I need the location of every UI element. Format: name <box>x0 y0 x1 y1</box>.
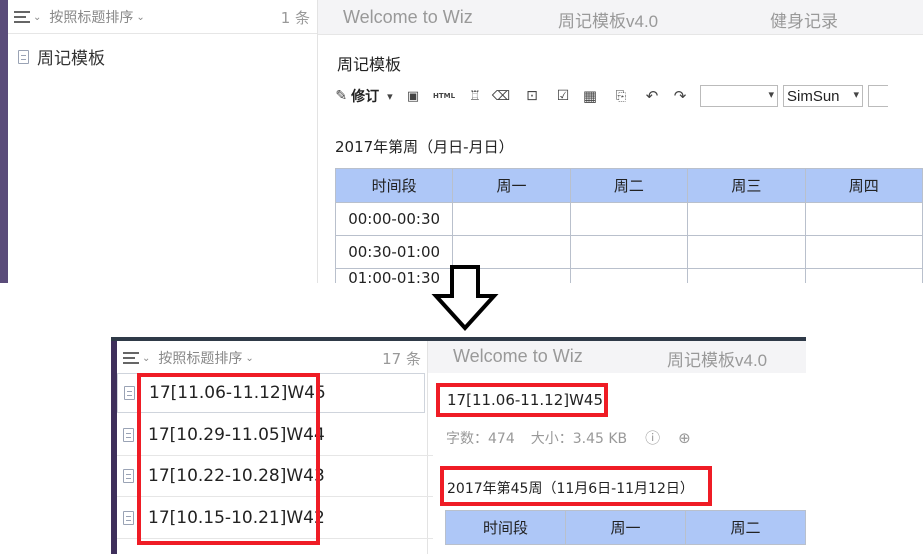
insert-image-icon[interactable]: ⊡ <box>514 88 550 104</box>
note-list-panel: ⌄ 按照标题排序 ⌄ 17 条 17[11.06-11.12]W45 17[10… <box>117 341 433 554</box>
format-painter-icon[interactable]: ♖ <box>462 89 488 104</box>
chevron-down-icon: ▾ <box>768 88 774 101</box>
table-header: 时间段 <box>445 510 566 545</box>
document-icon <box>123 511 134 525</box>
highlight-box <box>137 373 320 545</box>
save-icon[interactable]: ▣ <box>400 89 426 104</box>
info-icon[interactable]: ⓘ <box>645 427 660 448</box>
note-title: 周记模板 <box>37 49 105 69</box>
table-cell[interactable] <box>687 268 806 283</box>
chevron-down-icon[interactable]: ⌄ <box>142 353 150 364</box>
document-icon <box>124 386 135 400</box>
redo-icon[interactable]: ↷ <box>666 87 694 105</box>
tab-welcome[interactable]: Welcome to Wiz <box>453 346 583 367</box>
revise-button[interactable]: ✎ 修订 ▾ <box>328 86 400 106</box>
table-header: 周二 <box>569 168 689 203</box>
style-select[interactable]: ▾ <box>700 85 778 107</box>
bottom-screenshot: ⌄ 按照标题排序 ⌄ 17 条 17[11.06-11.12]W45 17[10… <box>111 337 806 554</box>
note-list-panel: ⌄ 按照标题排序 ⌄ 1 条 周记模板 <box>8 0 318 283</box>
table-cell[interactable]: 00:00-00:30 <box>334 202 454 236</box>
undo-icon[interactable]: ↶ <box>638 87 666 105</box>
doc-title[interactable]: 17[11.06-11.12]W45 <box>447 391 603 409</box>
table-cell[interactable] <box>687 202 806 236</box>
document-icon <box>123 428 134 442</box>
chevron-down-icon: ▾ <box>853 88 859 101</box>
editor-toolbar: ✎ 修订 ▾ ▣ HTML ♖ ⌫ ⊡ ☑ ▦ ⎘ ↶ ↷ ▾ SimSun ▾ <box>328 83 923 109</box>
table-cell[interactable] <box>569 268 689 283</box>
chevron-down-icon[interactable]: ⌄ <box>33 12 41 23</box>
table-cell[interactable] <box>804 268 923 283</box>
add-icon[interactable]: ⊕ <box>678 429 691 447</box>
word-count: 字数：474 <box>446 430 515 447</box>
tab-fitness-log[interactable]: 健身记录 <box>770 7 838 32</box>
attachment-icon[interactable]: ⎘ <box>604 89 638 104</box>
week-heading: 2017年第周（月日-月日） <box>335 138 514 156</box>
sort-label[interactable]: 按照标题排序 <box>158 348 242 368</box>
checkbox-icon[interactable]: ☑ <box>550 88 576 104</box>
table-cell[interactable] <box>569 235 689 269</box>
sort-icon[interactable] <box>123 352 139 364</box>
html-icon[interactable]: HTML <box>426 92 462 100</box>
note-count: 17 条 <box>382 349 421 368</box>
table-cell[interactable] <box>804 202 923 236</box>
sort-bar: ⌄ 按照标题排序 ⌄ 1 条 <box>14 6 314 28</box>
tab-weekly-template[interactable]: 周记模板v4.0 <box>558 7 658 32</box>
table-cell[interactable] <box>804 235 923 269</box>
chevron-down-icon[interactable]: ⌄ <box>136 12 144 23</box>
schedule-table: 时间段 周一 周二 <box>445 510 806 545</box>
size-select[interactable] <box>868 85 888 107</box>
document-icon <box>123 469 134 483</box>
list-item[interactable]: 周记模板 <box>18 44 105 69</box>
table-cell[interactable] <box>687 235 806 269</box>
edit-icon: ✎ <box>335 88 348 104</box>
sort-label[interactable]: 按照标题排序 <box>49 7 133 27</box>
file-size: 大小：3.45 KB <box>530 430 628 447</box>
table-header: 周一 <box>565 510 686 545</box>
tab-bar: Welcome to Wiz 周记模板v4.0 <box>428 341 806 373</box>
table-icon[interactable]: ▦ <box>576 87 604 105</box>
doc-title[interactable]: 周记模板 <box>337 51 401 75</box>
down-arrow-icon <box>431 265 499 331</box>
sort-icon[interactable] <box>14 11 30 23</box>
week-heading: 2017年第45周（11月6日-11月12日） <box>447 481 694 497</box>
note-count: 1 条 <box>280 8 310 27</box>
tab-weekly-template[interactable]: 周记模板v4.0 <box>667 346 767 371</box>
table-header: 周四 <box>804 168 923 203</box>
sidebar-strip <box>0 0 8 283</box>
document-icon <box>18 49 29 64</box>
eraser-icon[interactable]: ⌫ <box>488 89 514 104</box>
tab-bar: Welcome to Wiz 周记模板v4.0 健身记录 <box>318 0 923 35</box>
table-header: 时间段 <box>334 168 454 203</box>
chevron-down-icon[interactable]: ⌄ <box>245 353 253 364</box>
table-cell[interactable] <box>569 202 689 236</box>
tab-welcome[interactable]: Welcome to Wiz <box>343 7 473 28</box>
table-header: 周一 <box>452 168 571 203</box>
table-header: 周三 <box>687 168 806 203</box>
top-screenshot: ⌄ 按照标题排序 ⌄ 1 条 周记模板 Welcome to Wiz 周记模板v… <box>0 0 923 283</box>
table-cell[interactable] <box>452 202 571 236</box>
chevron-down-icon: ▾ <box>387 89 393 103</box>
sort-bar: ⌄ 按照标题排序 ⌄ 17 条 <box>123 347 423 369</box>
doc-meta: 字数：474 大小：3.45 KB ⓘ ⊕ <box>446 427 691 448</box>
schedule-table: 时间段 周一 周二 周三 周四 00:00-00:30 00:30-01:00 … <box>334 168 923 283</box>
table-header: 周二 <box>685 510 806 545</box>
font-select[interactable]: SimSun ▾ <box>783 85 863 107</box>
divider <box>8 33 317 34</box>
